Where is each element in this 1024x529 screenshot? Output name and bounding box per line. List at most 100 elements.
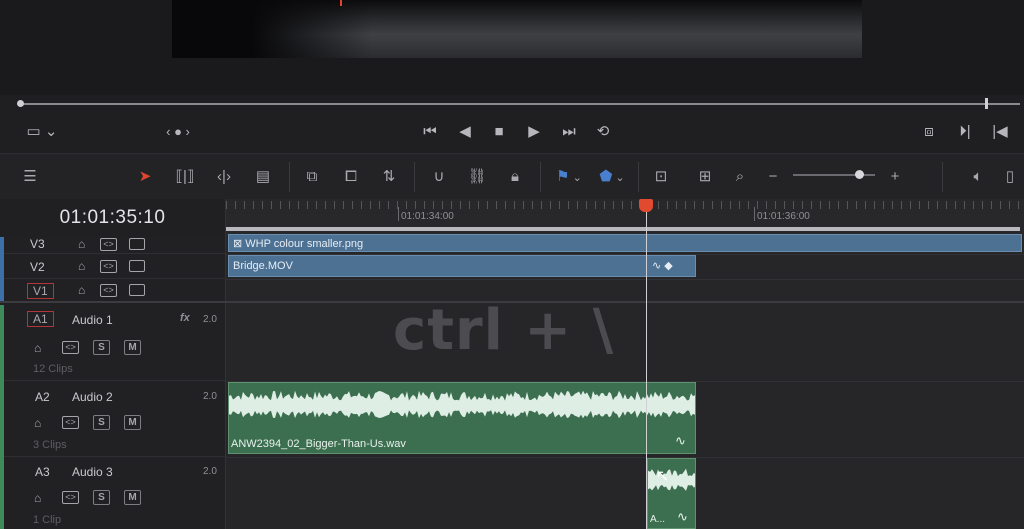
audio-volume-icon[interactable]: 🔈︎ [966, 166, 990, 188]
overwrite-clip-icon[interactable]: ⧠ [337, 166, 365, 188]
fx-indicator[interactable]: fx [180, 312, 190, 324]
clip-name: WHP colour smaller.png [245, 238, 364, 250]
solo-button[interactable]: S [93, 415, 110, 430]
jump-to-end-icon[interactable]: ⏭ [557, 122, 581, 142]
custom-zoom-icon[interactable]: ⌕ [725, 166, 755, 188]
audio-waveform [229, 390, 695, 419]
detail-zoom-icon[interactable]: ⊞ [690, 166, 720, 188]
transport-controls: ▭ ⌄ ‹ ● › ⏮ ◀ ■ ▶ ⏭ ⟲ ⧈ ⏵| |◀ [0, 113, 1024, 153]
lock-icon[interactable]: ⌂ [34, 416, 41, 430]
clip-icon: ⊠ [233, 238, 246, 250]
timeline-view-options-icon[interactable]: ☰ [16, 166, 44, 188]
lock-icon[interactable]: ⌂ [78, 237, 85, 251]
track-id: A3 [35, 465, 50, 479]
zoom-out-icon[interactable]: − [764, 166, 782, 188]
timeline-tracks[interactable]: ⊠ WHP colour smaller.png Bridge.MOV ∿ ◆ … [226, 234, 1024, 529]
track-header-a3[interactable]: A3 Audio 3 2.0 ⌂ <> S M 1 Clip [0, 457, 226, 529]
full-extent-zoom-icon[interactable]: ⊡ [646, 166, 676, 188]
video-clip[interactable]: ⊠ WHP colour smaller.png [228, 234, 1022, 252]
jump-to-start-icon[interactable]: ⏮ [418, 122, 442, 142]
track-headers: V3 ⌂ <> V2 ⌂ <> V1 ⌂ <> A1 Audio 1 fx 2.… [0, 237, 226, 529]
playhead-handle[interactable] [639, 199, 653, 212]
track-name[interactable]: Audio 3 [72, 465, 113, 479]
zoom-slider-knob[interactable] [855, 170, 864, 179]
track-header-a1[interactable]: A1 Audio 1 fx 2.0 ⌂ <> S M 12 Clips [0, 305, 226, 381]
track-id: V3 [30, 237, 45, 251]
selection-tool-icon[interactable]: ➤ [134, 166, 156, 188]
scrub-playhead[interactable] [985, 98, 988, 109]
track-visibility-icon[interactable] [129, 260, 145, 272]
track-volume: 2.0 [203, 466, 217, 477]
track-header-v2[interactable]: V2 ⌂ <> [0, 254, 226, 279]
track-volume: 2.0 [203, 391, 217, 402]
marker-icon[interactable]: ⬟ ⌄ [592, 166, 632, 188]
davinci-resolve-edit-page: ▭ ⌄ ‹ ● › ⏮ ◀ ■ ▶ ⏭ ⟲ ⧈ ⏵| |◀ ☰ ➤ ⟦|⟧ ‹|… [0, 0, 1024, 529]
mouse-cursor-icon: ↖ [656, 468, 670, 485]
track-id: A1 [27, 311, 54, 327]
viewer [0, 0, 1024, 95]
trim-edit-tool-icon[interactable]: ⟦|⟧ [170, 166, 200, 188]
lock-icon[interactable]: ⌂ [34, 341, 41, 355]
fade-curve-icon[interactable]: ∿ [675, 433, 686, 449]
lock-icon[interactable]: ⌂ [34, 491, 41, 505]
clip-nav-icon[interactable]: ‹ ● › [155, 122, 201, 142]
solo-button[interactable]: S [93, 340, 110, 355]
fade-curve-icon[interactable]: ∿ [677, 509, 688, 525]
ruler-label: 01:01:36:00 [757, 211, 810, 222]
auto-select-icon[interactable]: <> [62, 416, 79, 429]
playhead-line [646, 210, 647, 529]
timeline-ruler[interactable]: 01:01:34:00 01:01:36:00 [226, 199, 1024, 237]
track-id: V1 [27, 283, 54, 299]
linked-selection-icon[interactable]: ⛓ [465, 166, 489, 188]
clip-name: ANW2394_02_Bigger-Than-Us.wav [231, 438, 406, 450]
track-id: V2 [30, 260, 45, 274]
prev-clip-icon[interactable]: |◀ [990, 122, 1010, 142]
snapping-icon[interactable]: ∪ [427, 166, 451, 188]
track-name[interactable]: Audio 1 [72, 313, 113, 327]
track-header-v3[interactable]: V3 ⌂ <> [0, 237, 226, 254]
audio-clip[interactable]: A... ∿ [647, 458, 696, 529]
track-visibility-icon[interactable] [129, 284, 145, 296]
auto-select-icon[interactable]: <> [100, 238, 117, 251]
match-frame-icon[interactable]: ⧈ [917, 122, 941, 142]
mute-button[interactable]: M [124, 490, 141, 505]
flag-icon[interactable]: ⚑ ⌄ [549, 166, 589, 188]
insert-clip-icon[interactable]: ⧉ [298, 166, 326, 188]
play-icon[interactable]: ▶ [524, 122, 544, 142]
lock-icon[interactable]: ⌂ [78, 259, 85, 273]
keyframe-curve-icon[interactable]: ∿ ◆ [652, 256, 673, 276]
timeline-timecode[interactable]: 01:01:35:10 [0, 199, 226, 237]
clip-count: 12 Clips [33, 363, 73, 375]
viewer-size-icon[interactable]: ▭ ⌄ [22, 122, 62, 142]
position-lock-icon[interactable]: 🔒︎ [503, 166, 527, 188]
blade-tool-icon[interactable]: ▤ [249, 166, 277, 188]
auto-select-icon[interactable]: <> [62, 341, 79, 354]
track-header-v1[interactable]: V1 ⌂ <> [0, 279, 226, 303]
clip-count: 1 Clip [33, 514, 62, 526]
loop-icon[interactable]: ⟲ [591, 122, 615, 142]
audio-clip[interactable]: ANW2394_02_Bigger-Than-Us.wav ∿ [228, 382, 696, 454]
lock-icon[interactable]: ⌂ [78, 283, 85, 297]
zoom-in-icon[interactable]: + [886, 166, 904, 188]
reverse-play-icon[interactable]: ◀ [455, 122, 475, 142]
track-name[interactable]: Audio 2 [72, 390, 113, 404]
video-clip[interactable]: Bridge.MOV ∿ ◆ [228, 255, 696, 277]
auto-select-icon[interactable]: <> [100, 260, 117, 273]
solo-button[interactable]: S [93, 490, 110, 505]
next-clip-icon[interactable]: ⏵| [955, 122, 975, 142]
dynamic-trim-icon[interactable]: ‹|› [209, 166, 239, 188]
track-id: A2 [35, 390, 50, 404]
auto-select-icon[interactable]: <> [62, 491, 79, 504]
track-volume: 2.0 [203, 314, 217, 325]
auto-select-icon[interactable]: <> [100, 284, 117, 297]
track-visibility-icon[interactable] [129, 238, 145, 250]
clip-name: A... [650, 514, 666, 525]
mute-button[interactable]: M [124, 415, 141, 430]
replace-clip-icon[interactable]: ⇅ [374, 166, 404, 188]
stop-icon[interactable]: ■ [489, 122, 509, 142]
viewer-scrubber[interactable] [0, 95, 1024, 113]
audio-meter-icon[interactable]: ▯ [1002, 166, 1018, 188]
scrub-start-handle[interactable] [17, 100, 24, 107]
mute-button[interactable]: M [124, 340, 141, 355]
track-header-a2[interactable]: A2 Audio 2 2.0 ⌂ <> S M 3 Clips [0, 381, 226, 457]
